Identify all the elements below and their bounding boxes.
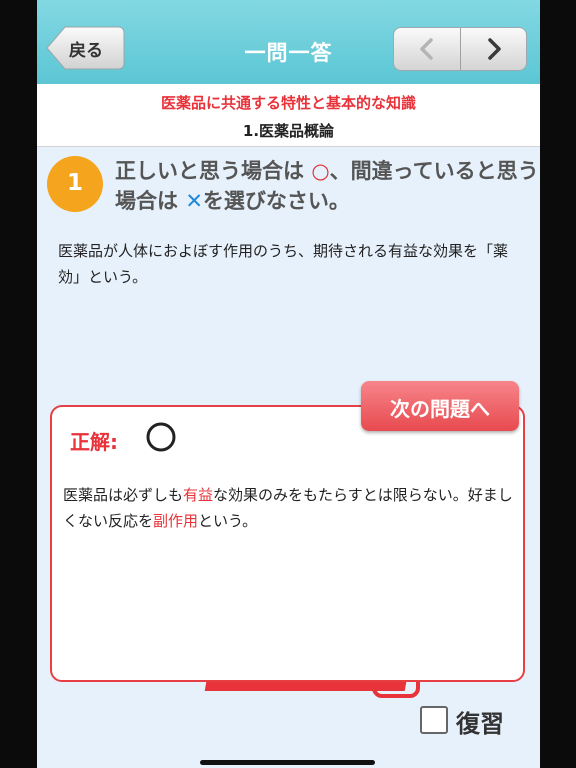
question-text: 医薬品が人体におよぼす作用のうち、期待される有益な効果を「薬効」という。	[58, 242, 509, 286]
question-header: 医薬品に共通する特性と基本的な知識 1.医薬品概論	[37, 84, 540, 147]
explanation-text-3: という。	[198, 512, 258, 530]
category-title: 医薬品に共通する特性と基本的な知識	[160, 94, 416, 112]
next-question-arrow-button[interactable]	[460, 28, 527, 70]
answer-panel	[50, 405, 525, 682]
review-label: 復習	[456, 710, 504, 738]
answer-explanation: 医薬品は必ずしも有益な効果のみをもたらすとは限らない。好ましくない反応を副作用と…	[63, 482, 521, 534]
question-number-badge: 1	[47, 156, 103, 212]
review-checkbox[interactable]	[420, 706, 448, 734]
section-title: 1.医薬品概論	[242, 122, 335, 140]
next-question-button-label: 次の問題へ	[390, 397, 490, 421]
app-screen: 戻る 一問一答 医薬品に共通する特性と基本的な知識 1.医薬品概論 1 正しいと…	[37, 0, 540, 768]
circle-icon: ○	[311, 159, 330, 183]
instruction-text-a: 正しいと思う場合は	[115, 159, 312, 183]
chevron-left-icon	[420, 38, 433, 60]
chevron-right-icon	[488, 38, 501, 60]
next-question-button[interactable]: 次の問題へ	[361, 381, 519, 431]
explanation-text-1: 医薬品は必ずしも	[63, 486, 184, 504]
previous-question-button[interactable]	[394, 28, 460, 70]
correct-circle-icon	[146, 422, 176, 452]
navigation-bar: 戻る 一問一答	[37, 0, 540, 84]
correct-answer-label: 正解:	[70, 430, 118, 454]
question-pager	[393, 27, 527, 71]
explanation-highlight-1: 有益	[183, 486, 214, 504]
home-indicator[interactable]	[200, 760, 375, 765]
question-instruction: 正しいと思う場合は ○、間違っていると思う場合は ✕を選びなさい。	[115, 156, 540, 216]
cross-icon: ✕	[185, 189, 203, 213]
question-number: 1	[66, 170, 83, 196]
explanation-highlight-2: 副作用	[153, 512, 199, 530]
instruction-text-c: を選びなさい。	[202, 189, 350, 213]
